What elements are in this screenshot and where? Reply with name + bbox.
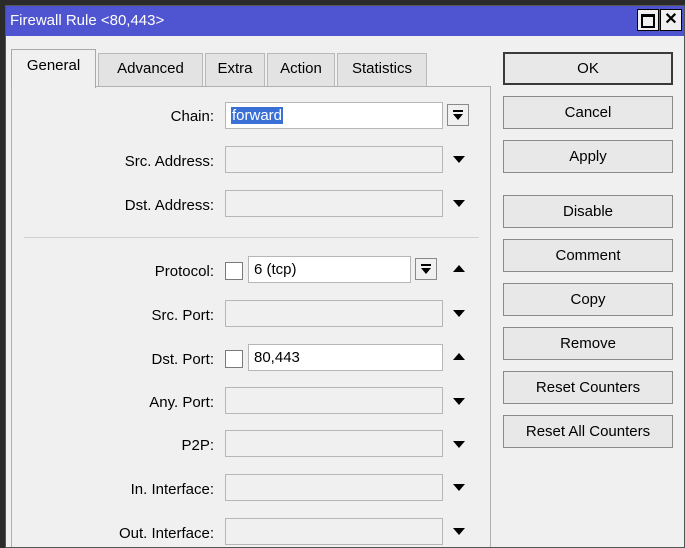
out-interface-expand-icon[interactable]	[453, 528, 465, 535]
remove-button[interactable]: Remove	[503, 327, 673, 360]
src-port-field[interactable]	[225, 300, 443, 327]
apply-button[interactable]: Apply	[503, 140, 673, 173]
src-port-expand-icon[interactable]	[453, 310, 465, 317]
dst-address-field[interactable]	[225, 190, 443, 217]
dst-port-negate-checkbox[interactable]	[225, 350, 243, 368]
window-title: Firewall Rule <80,443>	[10, 12, 165, 29]
out-interface-field[interactable]	[225, 518, 443, 545]
protocol-field[interactable]: 6 (tcp)	[248, 256, 411, 283]
divider	[24, 237, 479, 238]
maximize-icon	[641, 14, 655, 28]
chain-label: Chain:	[170, 108, 214, 125]
in-interface-field[interactable]	[225, 474, 443, 501]
p2p-label: P2P:	[181, 437, 214, 454]
tab-general[interactable]: General	[11, 49, 96, 88]
general-panel: Chain: forward Src. Address: Dst. Addres…	[11, 86, 491, 547]
in-interface-expand-icon[interactable]	[453, 484, 465, 491]
dropdown-line-icon	[453, 110, 463, 112]
protocol-collapse-icon[interactable]	[453, 265, 465, 272]
firewall-rule-window: Firewall Rule <80,443> ✕ General Advance…	[5, 5, 685, 548]
protocol-negate-checkbox[interactable]	[225, 262, 243, 280]
p2p-expand-icon[interactable]	[453, 441, 465, 448]
chevron-down-icon	[453, 114, 463, 120]
protocol-label: Protocol:	[154, 263, 214, 280]
any-port-field[interactable]	[225, 387, 443, 414]
src-address-field[interactable]	[225, 146, 443, 173]
src-address-expand-icon[interactable]	[453, 156, 465, 163]
out-interface-label: Out. Interface:	[118, 525, 214, 542]
tab-advanced[interactable]: Advanced	[98, 53, 203, 87]
chain-value: forward	[231, 107, 284, 124]
chain-dropdown-button[interactable]	[447, 104, 469, 126]
dst-address-label: Dst. Address:	[124, 197, 214, 214]
comment-button[interactable]: Comment	[503, 239, 673, 272]
reset-counters-button[interactable]: Reset Counters	[503, 371, 673, 404]
cancel-button[interactable]: Cancel	[503, 96, 673, 129]
dst-port-collapse-icon[interactable]	[453, 353, 465, 360]
dst-port-label: Dst. Port:	[151, 351, 214, 368]
protocol-dropdown-button[interactable]	[415, 258, 437, 280]
dropdown-line-icon	[421, 264, 431, 266]
chevron-down-icon	[421, 268, 431, 274]
dst-port-field[interactable]: 80,443	[248, 344, 443, 371]
disable-button[interactable]: Disable	[503, 195, 673, 228]
close-icon: ✕	[664, 11, 678, 28]
any-port-expand-icon[interactable]	[453, 398, 465, 405]
title-bar[interactable]: Firewall Rule <80,443> ✕	[6, 6, 684, 36]
tab-extra[interactable]: Extra	[205, 53, 265, 87]
p2p-field[interactable]	[225, 430, 443, 457]
any-port-label: Any. Port:	[149, 394, 214, 411]
tab-statistics[interactable]: Statistics	[337, 53, 427, 87]
chain-field[interactable]: forward	[225, 102, 443, 129]
src-port-label: Src. Port:	[151, 307, 214, 324]
in-interface-label: In. Interface:	[130, 481, 214, 498]
reset-all-counters-button[interactable]: Reset All Counters	[503, 415, 673, 448]
src-address-label: Src. Address:	[124, 153, 214, 170]
copy-button[interactable]: Copy	[503, 283, 673, 316]
tab-action[interactable]: Action	[267, 53, 335, 87]
ok-button[interactable]: OK	[503, 52, 673, 85]
maximize-button[interactable]	[637, 9, 659, 31]
dst-address-expand-icon[interactable]	[453, 200, 465, 207]
close-button[interactable]: ✕	[660, 9, 682, 31]
